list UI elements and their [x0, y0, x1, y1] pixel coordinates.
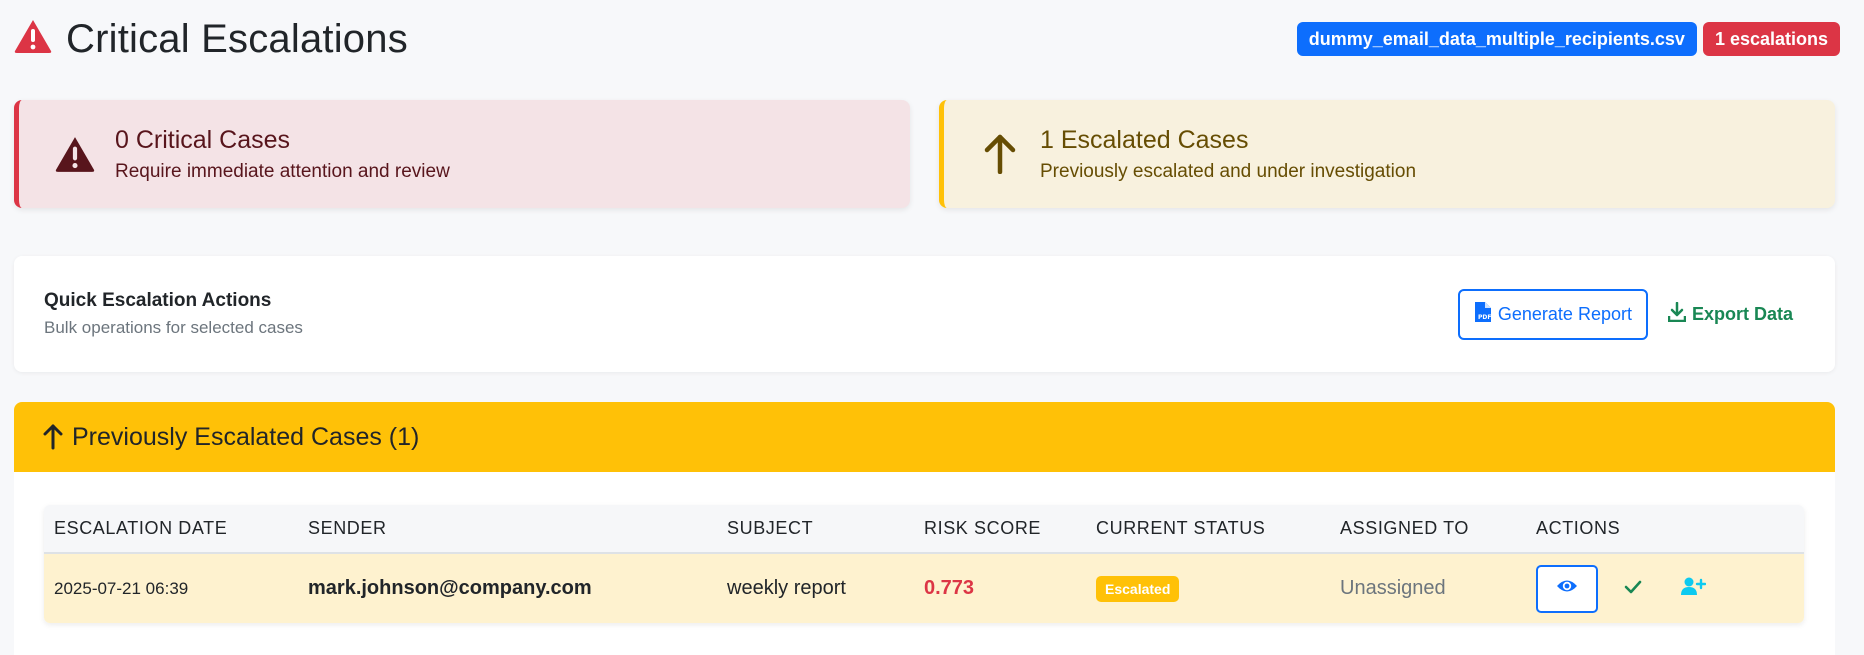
column-header[interactable]: ESCALATION DATE	[44, 505, 298, 554]
escalated-panel-header: Previously Escalated Cases (1)	[14, 402, 1835, 472]
page-title: Critical Escalations	[66, 16, 408, 61]
header-badges: dummy_email_data_multiple_recipients.csv…	[1296, 22, 1840, 56]
escalated-cases-card: 1 Escalated Cases Previously escalated a…	[939, 100, 1835, 208]
row-actions	[1536, 564, 1804, 613]
file-badge: dummy_email_data_multiple_recipients.csv	[1296, 22, 1697, 56]
check-icon	[1624, 577, 1642, 600]
column-header[interactable]: ASSIGNED TO	[1330, 505, 1526, 554]
escalated-cases-panel: Previously Escalated Cases (1) ESCALATIO…	[14, 402, 1835, 655]
generate-report-label: Generate Report	[1497, 303, 1632, 324]
quick-actions-subtitle: Bulk operations for selected cases	[44, 318, 303, 337]
escalation-count-badge: 1 escalations	[1702, 22, 1840, 56]
quick-actions-buttons: PDF Generate Report Export Data	[1457, 288, 1805, 340]
critical-card-subtitle: Require immediate attention and review	[115, 161, 450, 182]
column-header[interactable]: SENDER	[298, 505, 717, 554]
title-wrap: Critical Escalations	[14, 17, 408, 62]
table-row[interactable]: 2025-07-21 06:39 mark.johnson@company.co…	[44, 553, 1804, 623]
assigned-to-cell: Unassigned	[1330, 553, 1526, 623]
arrow-up-icon	[978, 132, 1022, 176]
escalated-card-text: 1 Escalated Cases Previously escalated a…	[1040, 125, 1416, 183]
critical-cases-card: 0 Critical Cases Require immediate atten…	[14, 100, 910, 208]
column-header[interactable]: SUBJECT	[717, 505, 914, 554]
column-header: ACTIONS	[1526, 505, 1804, 554]
escalated-table: ESCALATION DATE SENDER SUBJECT RISK SCOR…	[44, 505, 1804, 623]
resolve-case-button[interactable]	[1608, 565, 1658, 613]
warning-triangle-icon	[53, 132, 97, 176]
sender-cell: mark.johnson@company.com	[298, 553, 717, 623]
table-header-row: ESCALATION DATE SENDER SUBJECT RISK SCOR…	[44, 505, 1804, 554]
export-data-label: Export Data	[1691, 303, 1793, 324]
quick-actions-text: Quick Escalation Actions Bulk operations…	[44, 290, 303, 338]
eye-icon	[1556, 577, 1578, 600]
warning-triangle-icon	[14, 19, 56, 59]
escalation-date-cell: 2025-07-21 06:39	[44, 553, 298, 623]
svg-text:PDF: PDF	[1478, 314, 1491, 321]
actions-cell	[1526, 553, 1804, 623]
critical-card-title: 0 Critical Cases	[115, 126, 291, 154]
subject-cell: weekly report	[717, 553, 914, 623]
pdf-file-icon: PDF	[1474, 301, 1492, 328]
column-header[interactable]: CURRENT STATUS	[1086, 505, 1330, 554]
export-data-button[interactable]: Export Data	[1656, 292, 1805, 337]
quick-actions-card: Quick Escalation Actions Bulk operations…	[14, 256, 1835, 372]
user-plus-icon	[1680, 576, 1707, 602]
quick-actions-title: Quick Escalation Actions	[44, 290, 272, 311]
risk-score-cell: 0.773	[914, 553, 1086, 623]
download-icon	[1667, 301, 1687, 327]
escalated-card-title: 1 Escalated Cases	[1040, 126, 1249, 154]
critical-card-text: 0 Critical Cases Require immediate atten…	[115, 125, 450, 183]
status-badge: Escalated	[1096, 575, 1180, 602]
arrow-up-icon	[42, 424, 64, 450]
status-cell: Escalated	[1086, 553, 1330, 623]
generate-report-button[interactable]: PDF Generate Report	[1457, 288, 1648, 340]
column-header[interactable]: RISK SCORE	[914, 505, 1086, 554]
view-case-button[interactable]	[1536, 564, 1598, 613]
page-header: Critical Escalations dummy_email_data_mu…	[14, 14, 1840, 64]
assign-user-button[interactable]	[1668, 565, 1718, 613]
escalated-panel-title: Previously Escalated Cases (1)	[72, 422, 420, 451]
escalated-card-subtitle: Previously escalated and under investiga…	[1040, 161, 1417, 182]
